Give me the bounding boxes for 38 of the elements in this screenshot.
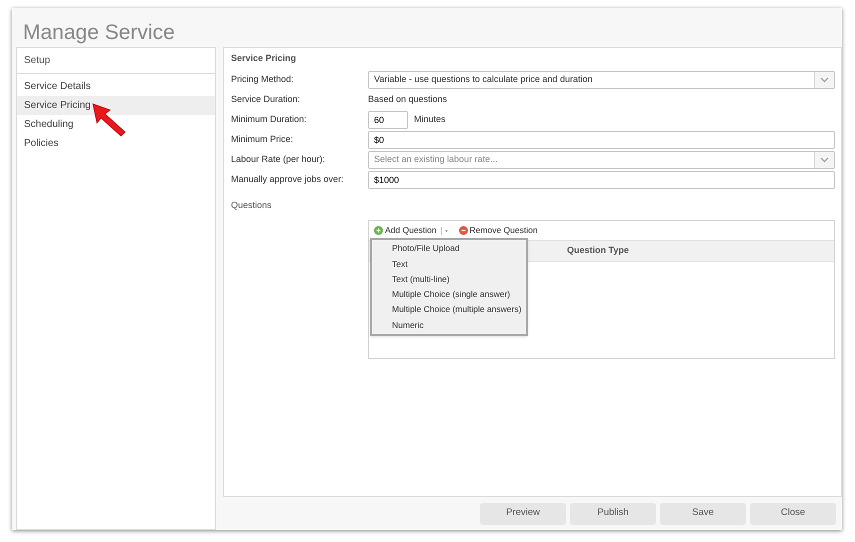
field-label: Minimum Duration: (231, 113, 308, 126)
sidebar-header: Setup (17, 48, 215, 74)
plus-icon (374, 226, 383, 235)
section-title: Questions (231, 199, 273, 212)
sidebar-item[interactable]: Policies (17, 134, 215, 153)
footer-button[interactable]: Preview (480, 502, 566, 524)
field-label: Labour Rate (per hour): (231, 153, 326, 166)
unit-label: Minutes (414, 113, 446, 126)
sidebar-item[interactable]: Scheduling (17, 115, 215, 134)
footer-button[interactable]: Save (660, 502, 746, 524)
add-question-button[interactable]: Add Question (374, 224, 437, 237)
window-title: Manage Service (22, 20, 176, 46)
menu-item[interactable]: Multiple Choice (single answer) (372, 286, 526, 302)
remove-question-button[interactable]: Remove Question (458, 224, 538, 237)
column-header: Question Type (567, 244, 629, 258)
select-field[interactable]: Variable - use questions to calculate price and duration (368, 71, 835, 89)
menu-item[interactable]: Text (372, 256, 526, 272)
footer-button[interactable]: Publish (570, 502, 656, 524)
input-field[interactable]: 60 (368, 111, 408, 129)
select-field[interactable]: Select an existing labour rate... (368, 151, 835, 169)
panel-title: Service Pricing (231, 52, 298, 65)
menu-item[interactable]: Text (multi-line) (372, 272, 526, 287)
menu-item[interactable]: Numeric (372, 317, 526, 333)
sidebar-item[interactable]: Service Details (17, 77, 215, 96)
field-label: Manually approve jobs over: (231, 173, 345, 186)
field-label: Pricing Method: (231, 73, 295, 86)
sidebar-item[interactable]: Service Pricing (17, 96, 215, 115)
field-label: Service Duration: (231, 93, 302, 106)
minus-icon (458, 226, 468, 235)
menu-item[interactable]: Multiple Choice (multiple answers) (372, 302, 526, 318)
menu-item[interactable]: Photo/File Upload (372, 241, 526, 256)
footer-button[interactable]: Close (750, 502, 836, 524)
caret-icon[interactable] (440, 226, 449, 234)
field-label: Minimum Price: (231, 133, 294, 146)
input-field[interactable]: $1000 (368, 171, 835, 189)
input-field[interactable]: $0 (368, 131, 835, 149)
arrow-icon (90, 102, 128, 138)
field-value: Based on questions (368, 93, 448, 106)
